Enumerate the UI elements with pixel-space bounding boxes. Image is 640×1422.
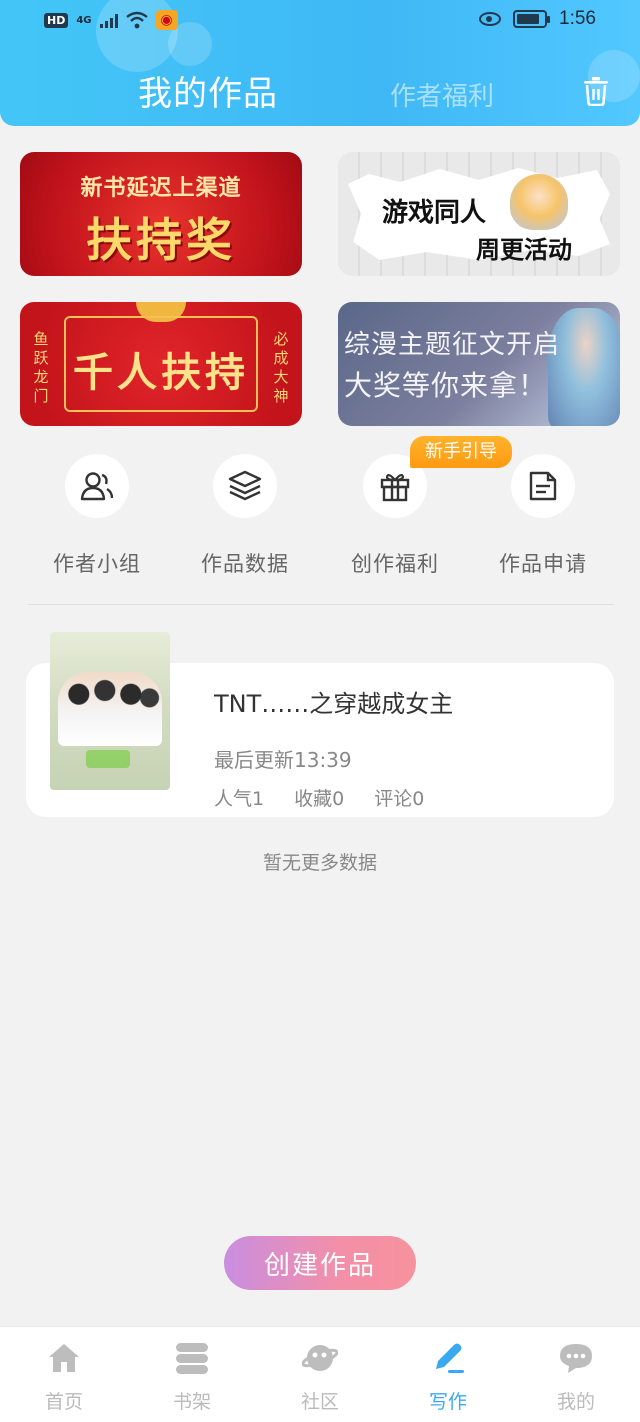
quick-action-work-data[interactable]: 作品数据	[170, 454, 320, 576]
work-cover-image[interactable]	[50, 632, 170, 790]
nav-label: 社区	[300, 1391, 339, 1413]
network-badge: 4G	[76, 14, 92, 26]
quick-action-label: 作品数据	[201, 552, 289, 576]
tab-my-works[interactable]: 我的作品	[138, 66, 278, 115]
hd-badge: HD	[44, 12, 69, 28]
status-bar: HD 4G ◉ 1:56	[0, 8, 640, 36]
trash-icon[interactable]	[582, 76, 610, 106]
bookshelf-icon	[176, 1343, 208, 1374]
create-work-button[interactable]: 创建作品	[224, 1236, 416, 1290]
nav-label: 书架	[172, 1391, 211, 1413]
newbie-guide-badge[interactable]: 新手引导	[410, 436, 512, 468]
nav-me[interactable]: 我的	[512, 1327, 640, 1422]
banner-text: 游戏同人	[382, 198, 487, 228]
section-divider	[28, 604, 614, 605]
nav-label: 首页	[44, 1391, 83, 1413]
banner-anime-contest[interactable]: 综漫主题征文开启 大奖等你来拿！	[338, 302, 620, 426]
bottom-nav: 首页 书架 社区 写作 我的	[0, 1326, 640, 1422]
users-icon	[80, 472, 114, 501]
quick-action-label: 创作福利	[351, 552, 439, 576]
banner-headline: 大奖等你来拿！	[344, 369, 548, 402]
nav-home[interactable]: 首页	[0, 1327, 128, 1422]
banner-thousand-support[interactable]: 鱼跃龙门 千人扶持 必成大神	[20, 302, 302, 426]
nav-label: 写作	[428, 1391, 467, 1413]
stat-popularity: 人气1	[214, 788, 265, 810]
cover-logo	[86, 750, 130, 768]
nav-community[interactable]: 社区	[256, 1327, 384, 1422]
nav-label: 我的	[556, 1391, 595, 1413]
tab-author-benefits[interactable]: 作者福利	[390, 76, 494, 113]
clock-time: 1:56	[559, 8, 596, 29]
layers-icon	[228, 470, 262, 501]
work-last-update: 最后更新13:39	[214, 748, 352, 772]
battery-icon	[513, 10, 551, 28]
work-stats: 人气1 收藏0 评论0	[214, 784, 424, 811]
nav-write[interactable]: 写作	[384, 1327, 512, 1422]
document-icon	[529, 471, 557, 501]
banner-headline: 扶持奖	[86, 213, 236, 267]
banner-new-book-support[interactable]: 新书延迟上渠道 扶持奖	[20, 152, 302, 276]
signal-icon	[99, 12, 118, 28]
cover-photo-people	[58, 672, 162, 746]
pen-icon	[436, 1343, 464, 1373]
chat-bubble-icon	[560, 1344, 592, 1373]
work-title[interactable]: TNT……之穿越成女主	[214, 684, 453, 719]
banner-text: 新书延迟上渠道	[80, 176, 242, 201]
banner-text: 综漫主题征文开启	[344, 330, 561, 360]
top-header: HD 4G ◉ 1:56 我的作品 作者福利	[0, 0, 640, 126]
quick-action-creation-benefits[interactable]: 创作福利	[320, 454, 470, 576]
banner-headline: 周更活动	[476, 236, 572, 264]
quick-action-label: 作品申请	[499, 552, 587, 576]
chibi-character-image	[510, 174, 568, 230]
banner-headline: 千人扶持	[73, 349, 249, 396]
banner-side-text: 必成大神	[273, 330, 289, 405]
weibo-icon: ◉	[155, 10, 178, 30]
banner-game-fanfic[interactable]: 游戏同人 周更活动	[338, 152, 620, 276]
wifi-icon	[125, 11, 148, 29]
stat-favorites: 收藏0	[294, 788, 345, 810]
quick-action-author-group[interactable]: 作者小组	[22, 454, 172, 576]
gift-icon	[380, 473, 410, 502]
quick-action-work-application[interactable]: 作品申请	[468, 454, 618, 576]
home-icon	[49, 1344, 79, 1372]
eye-comfort-icon	[479, 12, 502, 26]
quick-action-label: 作者小组	[53, 552, 141, 576]
no-more-data-text: 暂无更多数据	[262, 852, 377, 874]
community-icon	[301, 1345, 339, 1371]
nav-bookshelf[interactable]: 书架	[128, 1327, 256, 1422]
stat-comments: 评论0	[374, 788, 425, 810]
